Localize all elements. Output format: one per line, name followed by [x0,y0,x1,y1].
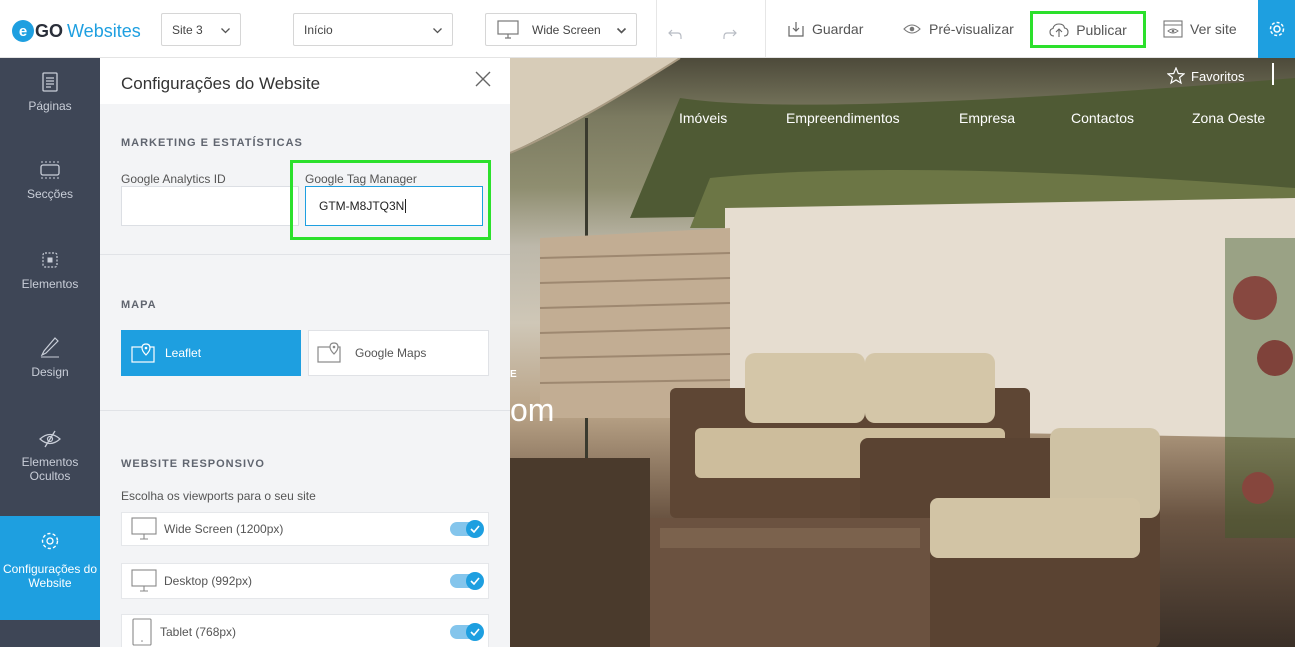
publish-label: Publicar [1076,21,1127,38]
logo-websites-text: Websites [67,20,141,41]
preview-button[interactable]: Pré-visualizar [902,17,1014,41]
sidebar-item-label: Páginas [28,99,72,113]
sections-icon [40,161,60,179]
save-label: Guardar [812,21,864,37]
eye-icon [903,24,921,34]
map-pin-icon [131,343,155,363]
sidebar-item-seccoes[interactable]: Secções [0,160,100,230]
nav-zona-oeste[interactable]: Zona Oeste [1192,110,1265,126]
sidebar-item-label: Elementos Ocultos [21,455,79,483]
panel-title: Configurações do Website [121,74,321,93]
toolbar-divider [765,0,766,58]
nav-empreendimentos[interactable]: Empreendimentos [786,110,900,126]
map-option-label: Google Maps [355,346,427,360]
sidebar-item-configuracoes[interactable]: Configurações do Website [0,516,100,620]
section-divider [100,254,510,255]
page-select[interactable]: Início [293,13,453,46]
website-settings-panel: Configurações do Website MARKETING E EST… [100,58,510,647]
map-section-title: MAPA [121,299,157,311]
nav-empresa[interactable]: Empresa [959,110,1015,126]
responsive-section-title: WEBSITE RESPONSIVO [121,458,265,470]
sidebar-item-label: Elementos [21,277,79,291]
site-select[interactable]: Site 3 [161,13,241,46]
viewport-select[interactable]: Wide Screen [485,13,637,46]
website-preview[interactable]: Favoritos Imóveis Empreendimentos Empres… [510,58,1295,647]
top-toolbar: e GO Websites Site 3 Início Wide Screen … [0,0,1295,58]
sidebar-item-label: Design [31,365,69,379]
map-pin-icon [317,342,341,363]
hero-small-text: E [510,369,517,380]
document-icon [42,72,58,92]
logo-go-text: GO [35,20,64,41]
hero-heading-fragment: om [510,392,555,428]
app-logo[interactable]: e GO Websites [12,19,141,43]
monitor-icon [131,517,157,540]
favorites-link[interactable]: Favoritos [1167,67,1244,85]
viewport-label: Tablet (768px) [160,625,237,639]
settings-button[interactable] [1258,0,1295,58]
sidebar-item-paginas[interactable]: Páginas [0,72,100,142]
tablet-icon [132,618,152,646]
publish-button[interactable]: Publicar [1030,11,1146,48]
header-divider [1272,63,1274,85]
viewport-toggle[interactable] [450,520,484,538]
nav-imoveis[interactable]: Imóveis [679,110,727,126]
responsive-help-text: Escolha os viewports para o seu site [121,489,316,503]
gear-icon [1269,21,1284,37]
sidebar-item-design[interactable]: Design [0,336,100,406]
logo-e-badge: e [12,20,34,42]
map-option-google-maps[interactable]: Google Maps [308,330,489,376]
check-icon [466,623,484,641]
hidden-eye-icon [39,430,61,448]
viewport-row-tablet: Tablet (768px) [121,614,489,647]
nav-contactos[interactable]: Contactos [1071,110,1134,126]
chevron-down-icon [616,27,627,34]
check-icon [466,572,484,590]
google-analytics-label: Google Analytics ID [121,172,226,186]
viewport-toggle[interactable] [450,623,484,641]
sidebar-item-elementos[interactable]: Elementos [0,250,100,320]
panel-header: Configurações do Website [100,58,510,104]
toolbar-divider [656,0,657,58]
undo-icon[interactable] [668,22,682,46]
google-analytics-input[interactable] [121,186,299,226]
map-option-leaflet[interactable]: Leaflet [121,330,301,376]
check-icon [466,520,484,538]
redo-icon[interactable] [723,22,737,46]
monitor-icon [497,20,519,39]
sidebar-item-label: Secções [26,187,74,201]
save-button[interactable]: Guardar [787,17,863,41]
viewport-row-wide-screen: Wide Screen (1200px) [121,512,489,546]
chevron-down-icon [221,28,230,34]
preview-label: Pré-visualizar [929,21,1014,37]
sidebar-item-elementos-ocultos[interactable]: Elementos Ocultos [0,430,100,506]
sidebar-item-label: Configurações do Website [2,562,98,590]
marketing-section-title: MARKETING E ESTATÍSTICAS [121,137,303,149]
viewport-row-desktop: Desktop (992px) [121,563,489,599]
save-download-icon [788,22,804,37]
favorites-label: Favoritos [1191,68,1245,84]
monitor-icon [131,569,157,592]
close-icon[interactable] [474,70,492,88]
browser-eye-icon [1163,20,1183,38]
viewport-label: Wide Screen (1200px) [164,522,284,536]
cloud-upload-icon [1049,22,1069,37]
star-icon [1167,67,1185,85]
gtm-highlight-box [290,160,491,240]
map-option-label: Leaflet [165,346,202,360]
viewport-toggle[interactable] [450,572,484,590]
chevron-down-icon [433,28,442,34]
pencil-icon [40,337,59,358]
viewport-label: Desktop (992px) [164,574,253,588]
view-site-label: Ver site [1190,21,1237,37]
patio-hero-image [510,58,1295,647]
site-select-value: Site 3 [172,22,203,37]
page-select-value: Início [304,22,333,37]
section-divider [100,410,510,411]
gear-icon [41,532,59,550]
element-icon [42,252,58,268]
view-site-button[interactable]: Ver site [1163,17,1237,41]
left-sidebar: Páginas Secções Elementos Design Element… [0,58,100,647]
viewport-select-value: Wide Screen [532,22,601,37]
